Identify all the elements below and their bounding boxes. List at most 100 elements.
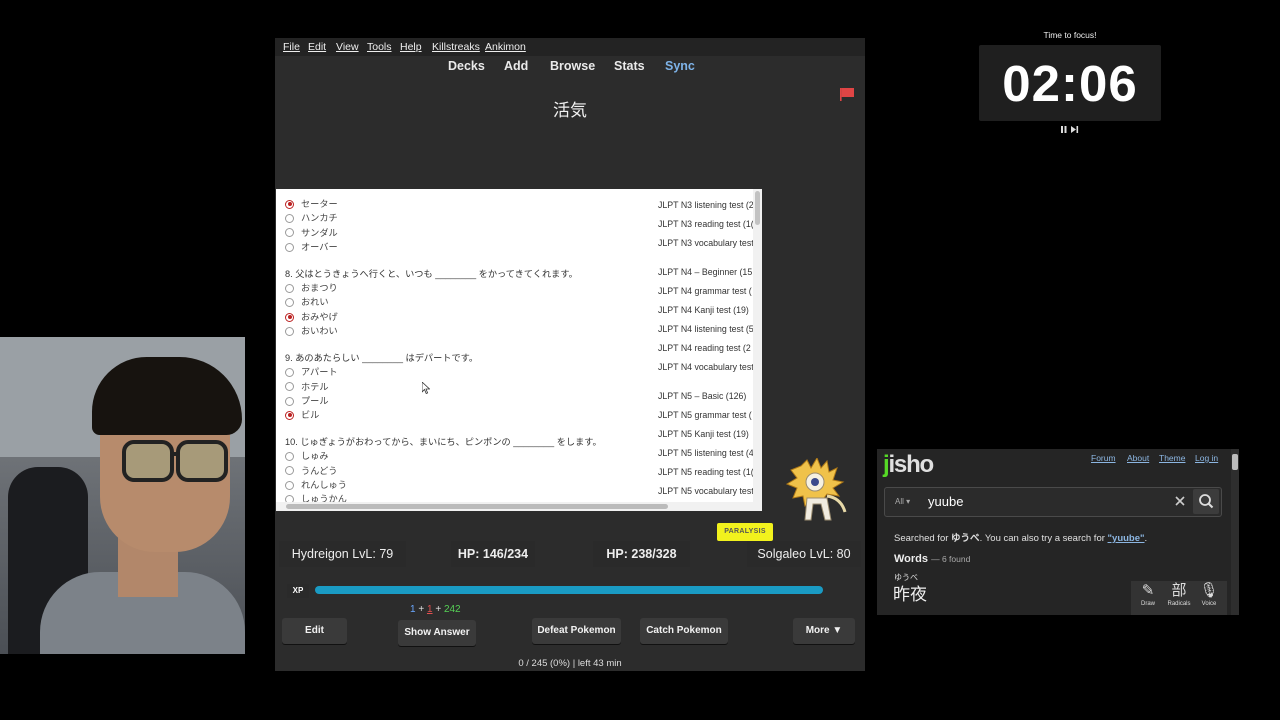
menu-killstreaks[interactable]: Killstreaks [432, 41, 480, 53]
defeat-pokemon-button[interactable]: Defeat Pokemon [532, 618, 621, 644]
radio-icon[interactable] [285, 451, 294, 461]
test-link[interactable]: JLPT N5 listening test (4 [658, 448, 754, 458]
voice-tool[interactable]: 🎙 Voice [1194, 581, 1224, 607]
test-link[interactable]: JLPT N5 grammar test ( [658, 410, 752, 420]
test-link[interactable]: JLPT N3 vocabulary test [658, 238, 754, 248]
radio-icon[interactable] [285, 367, 294, 377]
radio-icon[interactable] [285, 242, 294, 252]
q7-option-3[interactable]: サンダル [285, 226, 655, 240]
q10-option-3[interactable]: れんしゅう [285, 478, 655, 492]
test-link[interactable]: JLPT N5 reading test (1( [658, 467, 754, 477]
q7-option-2[interactable]: ハンカチ [285, 211, 655, 225]
radio-selected-icon[interactable] [285, 410, 294, 420]
radicals-tool[interactable]: 部 Radicals [1164, 581, 1194, 607]
new-count: 1 [410, 604, 416, 615]
timer-value: 02:06 [1002, 55, 1138, 112]
q8-option-4[interactable]: おいわい [285, 324, 655, 338]
menu-edit[interactable]: Edit [308, 41, 326, 53]
radio-icon[interactable] [285, 466, 294, 476]
test-link[interactable]: JLPT N5 vocabulary test [658, 486, 754, 496]
radio-icon[interactable] [285, 214, 294, 224]
session-progress-text: 0 / 245 (0%) | left 43 min [518, 658, 622, 669]
q8-option-1[interactable]: おまつり [285, 281, 655, 295]
mouse-cursor-icon [422, 382, 430, 394]
question-9-text: 9. あのあたらしい ________ はデパートです。 [285, 353, 479, 364]
test-link[interactable]: JLPT N4 vocabulary test [658, 362, 754, 372]
test-link[interactable]: JLPT N5 Kanji test (19) [658, 429, 749, 439]
flag-icon[interactable] [840, 88, 854, 101]
menu-help[interactable]: Help [400, 41, 422, 53]
test-link[interactable]: JLPT N4 Kanji test (19) [658, 305, 749, 315]
toolbar-browse[interactable]: Browse [550, 59, 595, 73]
radio-icon[interactable] [285, 228, 294, 238]
vertical-scroll-thumb[interactable] [755, 191, 760, 225]
search-filter-dropdown[interactable]: All ▾ [895, 497, 910, 506]
menu-file[interactable]: File [283, 41, 300, 53]
radio-icon[interactable] [285, 283, 294, 293]
enemy-pokemon-name: Solgaleo LvL: 80 [747, 541, 861, 567]
radio-icon[interactable] [285, 326, 294, 336]
more-button[interactable]: More ▼ [793, 618, 855, 644]
question-7-text [285, 189, 655, 197]
result-kanji[interactable]: 昨夜 [893, 580, 927, 605]
test-link[interactable]: JLPT N5 – Basic (126) [658, 391, 746, 401]
menu-tools[interactable]: Tools [367, 41, 392, 53]
radio-icon[interactable] [285, 480, 294, 490]
radio-selected-icon[interactable] [285, 312, 294, 322]
q9-option-2[interactable]: ホテル [285, 380, 655, 394]
jisho-scrollbar[interactable] [1231, 449, 1239, 615]
show-answer-button[interactable]: Show Answer [398, 620, 476, 646]
edit-button[interactable]: Edit [282, 618, 347, 644]
test-link[interactable]: JLPT N3 listening test (2 [658, 200, 754, 210]
radio-icon[interactable] [285, 382, 294, 392]
q8-option-2[interactable]: おれい [285, 295, 655, 309]
jisho-dictionary-window: jisho Forum About Theme Log in All ▾ Sea… [877, 449, 1239, 615]
search-input[interactable] [928, 490, 1168, 512]
toolbar-add[interactable]: Add [504, 59, 528, 73]
q8-option-3[interactable]: おみやげ [285, 310, 655, 324]
toolbar-stats[interactable]: Stats [614, 59, 645, 73]
q9-option-4[interactable]: ビル [285, 408, 655, 422]
skip-next-icon[interactable] [1071, 126, 1079, 133]
pause-icon[interactable] [1061, 126, 1067, 133]
menu-ankimon[interactable]: Ankimon [485, 41, 526, 53]
toolbar-sync[interactable]: Sync [665, 59, 695, 73]
menu-bar: File Edit View Tools Help Killstreaks An… [275, 38, 865, 56]
nav-theme[interactable]: Theme [1159, 453, 1185, 463]
jisho-scroll-thumb[interactable] [1232, 454, 1238, 470]
q9-option-3[interactable]: プール [285, 394, 655, 408]
nav-login[interactable]: Log in [1195, 453, 1218, 463]
radicals-icon: 部 [1171, 582, 1187, 599]
draw-tool[interactable]: ✎ Draw [1133, 581, 1163, 607]
radio-selected-icon[interactable] [285, 199, 294, 209]
test-link[interactable]: JLPT N3 reading test (1( [658, 219, 754, 229]
embedded-quiz-page: セーター ハンカチ サンダル オーバー 8. 父はとうきょうへ行くと、いつも _… [276, 189, 762, 511]
jisho-logo[interactable]: jisho [883, 451, 934, 479]
focus-timer: 02:06 [979, 45, 1161, 121]
radio-icon[interactable] [285, 298, 294, 308]
test-link[interactable]: JLPT N4 grammar test ( [658, 286, 752, 296]
test-link[interactable]: JLPT N4 listening test (5 [658, 324, 754, 334]
nav-forum[interactable]: Forum [1091, 453, 1116, 463]
horizontal-scroll-thumb[interactable] [286, 504, 668, 509]
catch-pokemon-button[interactable]: Catch Pokemon [640, 618, 728, 644]
q7-option-1[interactable]: セーター [285, 197, 655, 211]
menu-view[interactable]: View [336, 41, 359, 53]
nav-about[interactable]: About [1127, 453, 1149, 463]
search-button[interactable] [1193, 489, 1219, 514]
q7-option-4[interactable]: オーバー [285, 240, 655, 254]
q10-option-2[interactable]: うんどう [285, 464, 655, 478]
alternate-search-link[interactable]: "yuube" [1108, 533, 1145, 544]
q9-option-1[interactable]: アパート [285, 365, 655, 379]
toolbar-decks[interactable]: Decks [448, 59, 485, 73]
test-link[interactable]: JLPT N4 – Beginner (15 [658, 267, 752, 277]
radio-icon[interactable] [285, 396, 294, 406]
words-count: — 6 found [931, 554, 971, 564]
clear-icon[interactable] [1173, 494, 1187, 508]
status-badge: PARALYSIS [717, 523, 773, 541]
q10-option-1[interactable]: しゅみ [285, 449, 655, 463]
quiz-question-list: セーター ハンカチ サンダル オーバー 8. 父はとうきょうへ行くと、いつも _… [285, 189, 655, 507]
vertical-scrollbar[interactable] [753, 189, 762, 511]
webcam-feed [0, 337, 245, 654]
test-link[interactable]: JLPT N4 reading test (2 [658, 343, 751, 353]
